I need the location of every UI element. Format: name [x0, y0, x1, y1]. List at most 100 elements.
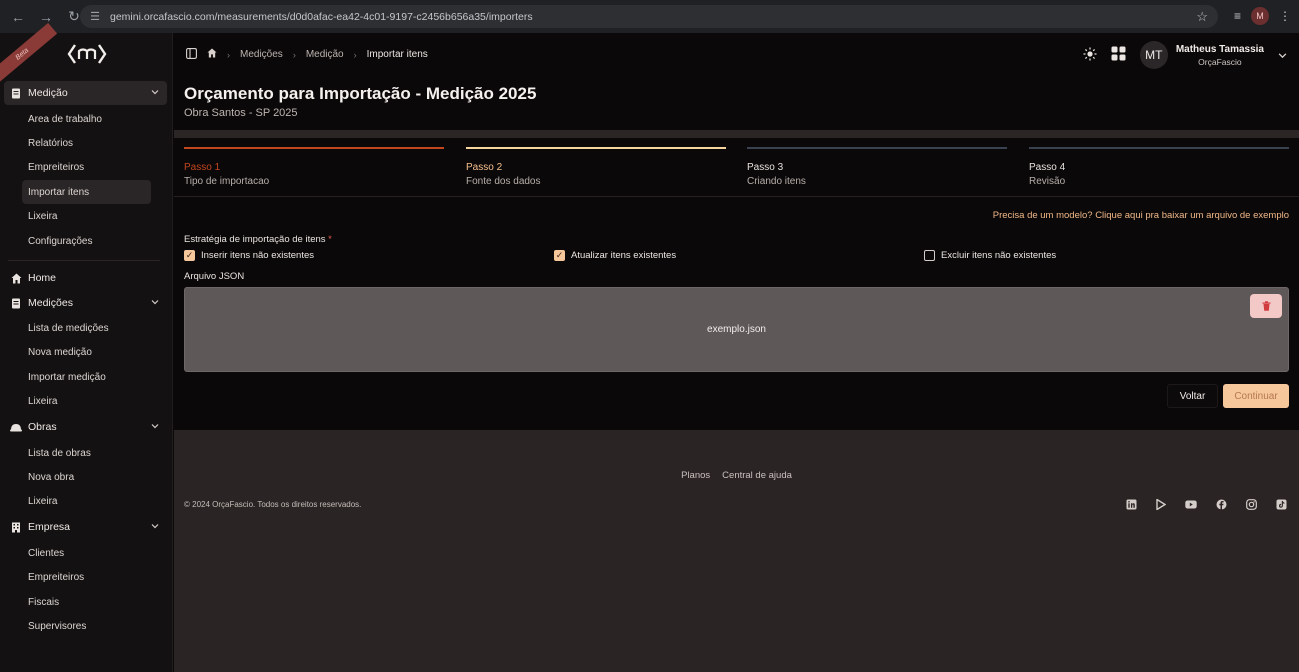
step-title: Passo 4 [1029, 162, 1066, 173]
chevron-down-icon[interactable] [1278, 51, 1287, 60]
sidebar-item-lista-de-medicoes[interactable]: Lista de medições [22, 316, 151, 340]
breadcrumb-item[interactable]: Medição [306, 49, 344, 60]
sidebar-item-clientes[interactable]: Clientes [22, 541, 151, 565]
checkbox-inserir[interactable]: ✓ Inserir itens não existentes [184, 250, 314, 261]
required-mark: * [328, 234, 332, 245]
sidebar-item-empreiteiros[interactable]: Empreiteiros [22, 155, 151, 179]
building-icon [10, 521, 22, 533]
checkbox-atualizar[interactable]: ✓ Atualizar itens existentes [554, 250, 676, 261]
sidebar-item-importar-medicao[interactable]: Importar medição [22, 365, 151, 389]
sidebar-item-configuracoes[interactable]: Configurações [22, 229, 151, 253]
checkbox-excluir[interactable]: Excluir itens não existentes [924, 250, 1056, 261]
sidebar-section-obras[interactable]: Obras [4, 415, 167, 439]
url-text: gemini.orcafascio.com/measurements/d0d0a… [110, 10, 533, 23]
sidebar-section-medicao[interactable]: Medição [4, 81, 167, 105]
facebook-icon[interactable] [1215, 498, 1227, 510]
sidebar-home-label: Home [28, 272, 57, 284]
footer-link-central-de-ajuda[interactable]: Central de ajuda [722, 470, 792, 481]
sidebar-item-lixeira[interactable]: Lixeira [22, 204, 151, 228]
page-subtitle: Obra Santos - SP 2025 [184, 107, 298, 119]
media-icon[interactable]: ≡ [1234, 9, 1241, 23]
bookmark-star-icon[interactable]: ☆ [1196, 9, 1208, 25]
sidebar-item-lista-de-obras[interactable]: Lista de obras [22, 441, 151, 465]
json-file-label: Arquivo JSON [184, 271, 245, 282]
divider [174, 196, 1299, 197]
home-icon [10, 272, 22, 284]
profile-avatar[interactable]: M [1251, 7, 1269, 25]
chevron-down-icon [151, 90, 159, 95]
sidebar-section-medicoes[interactable]: Medições [4, 291, 167, 315]
step-bar [184, 147, 444, 149]
browser-menu-icon[interactable]: ⋮ [1279, 9, 1291, 23]
sidebar-item-nova-medicao[interactable]: Nova medição [22, 340, 151, 364]
step-title: Passo 2 [466, 162, 503, 173]
sidebar-item-area-de-trabalho[interactable]: Area de trabalho [22, 107, 151, 131]
chevron-down-icon [151, 524, 159, 529]
sidebar-item-supervisores[interactable]: Supervisores [22, 614, 151, 638]
chevron-right-icon: › [353, 49, 357, 60]
sidebar-item-home[interactable]: Home [4, 266, 167, 290]
sidebar-item-lixeira-obras[interactable]: Lixeira [22, 489, 151, 513]
breadcrumb-item[interactable]: Medições [240, 49, 283, 60]
tiktok-icon[interactable] [1275, 498, 1287, 510]
document-icon [10, 87, 22, 99]
linkedin-icon[interactable] [1125, 498, 1137, 510]
footer: Planos Central de ajuda © 2024 OrçaFasci… [174, 430, 1299, 672]
top-bar: › Medições › Medição › Importar itens MT… [174, 33, 1299, 76]
continue-button[interactable]: Continuar [1223, 384, 1289, 408]
sidebar-section-label: Medição [28, 87, 68, 99]
sidebar-section-label: Obras [28, 421, 57, 433]
page-title: Orçamento para Importação - Medição 2025 [184, 84, 537, 103]
address-bar[interactable]: ☰ gemini.orcafascio.com/measurements/d0d… [80, 5, 1218, 28]
chevron-down-icon [151, 300, 159, 305]
step-description: Criando itens [747, 176, 806, 187]
sidebar-section-empresa[interactable]: Empresa [4, 515, 167, 539]
chevron-right-icon: › [227, 49, 230, 60]
site-settings-icon[interactable]: ☰ [88, 10, 102, 24]
sidebar-section-label: Medições [28, 297, 73, 309]
helmet-icon [10, 421, 22, 433]
file-dropzone[interactable]: exemplo.json [184, 287, 1289, 372]
checkbox-box[interactable]: ✓ [554, 250, 565, 261]
user-menu[interactable]: Matheus Tamassia OrçaFascio [1176, 44, 1264, 67]
footer-links: Planos Central de ajuda [174, 470, 1299, 481]
sidebar-item-nova-obra[interactable]: Nova obra [22, 465, 151, 489]
step-1: Passo 1 Tipo de importacao [184, 147, 444, 187]
back-button[interactable]: Voltar [1167, 384, 1218, 408]
checkbox-box[interactable]: ✓ [184, 250, 195, 261]
stepper: Passo 1 Tipo de importacao Passo 2 Fonte… [184, 147, 1289, 192]
step-4: Passo 4 Revisão [1029, 147, 1289, 187]
checkbox-label: Atualizar itens existentes [571, 250, 677, 261]
sidebar: Beta Medição Area de trabalho Relatórios… [0, 22, 173, 672]
play-icon[interactable] [1155, 498, 1167, 510]
sidebar-item-empreiteiros-empresa[interactable]: Empreiteiros [22, 565, 151, 589]
checkbox-label: Inserir itens não existentes [201, 250, 315, 261]
back-arrow-icon[interactable]: ← [6, 5, 30, 29]
sidebar-item-importar-itens[interactable]: Importar itens [22, 180, 151, 204]
footer-link-planos[interactable]: Planos [681, 470, 710, 481]
apps-grid-icon[interactable] [1111, 46, 1126, 64]
sidebar-item-relatorios[interactable]: Relatórios [22, 131, 151, 155]
breadcrumb: › Medições › Medição › Importar itens [174, 47, 428, 62]
user-avatar[interactable]: MT [1139, 41, 1168, 69]
home-icon[interactable] [207, 48, 217, 61]
chevron-right-icon: › [292, 49, 296, 60]
remove-file-button[interactable] [1250, 294, 1282, 318]
step-description: Fonte dos dados [466, 176, 541, 187]
youtube-icon[interactable] [1185, 498, 1197, 510]
sidebar-item-fiscais[interactable]: Fiscais [22, 590, 151, 614]
step-description: Revisão [1029, 176, 1066, 187]
step-bar [466, 147, 726, 149]
theme-toggle-sun-icon[interactable] [1083, 47, 1097, 64]
step-bar [747, 147, 1007, 149]
sidebar-toggle-icon[interactable] [186, 47, 197, 62]
checkbox-label: Excluir itens não existentes [941, 250, 1057, 261]
checkbox-box[interactable] [924, 250, 935, 261]
file-name: exemplo.json [707, 324, 766, 335]
sidebar-item-lixeira-medicoes[interactable]: Lixeira [22, 389, 151, 413]
step-3: Passo 3 Criando itens [747, 147, 1007, 187]
breadcrumb-current: Importar itens [366, 49, 428, 60]
user-name: Matheus Tamassia [1175, 43, 1264, 55]
download-example-link[interactable]: Precisa de um modelo? Clique aqui pra ba… [993, 210, 1289, 221]
instagram-icon[interactable] [1245, 498, 1257, 510]
